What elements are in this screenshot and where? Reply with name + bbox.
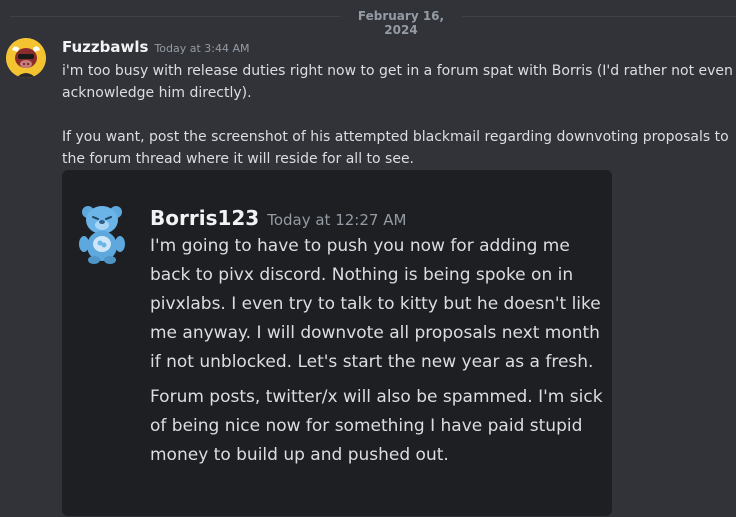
embed-avatar [74,200,130,264]
message-author[interactable]: Fuzzbawls [62,38,148,56]
embed-timestamp: Today at 12:27 AM [267,211,407,229]
embed-author: Borris123 [150,206,260,230]
message-header: Fuzzbawls Today at 3:44 AM [62,37,250,56]
embed-paragraph: I'm going to have to push you now for ad… [150,236,601,372]
date-divider-label: February 16, 2024 [357,9,445,37]
attached-screenshot[interactable]: Borris123 Today at 12:27 AM I'm going to … [62,170,612,516]
message-content: i'm too busy with release duties right n… [62,60,734,170]
date-divider: February 16, 2024 [0,8,736,37]
bull-avatar-icon [6,38,46,78]
message-paragraph: i'm too busy with release duties right n… [62,63,733,101]
divider-line-left [10,16,340,17]
embed-content: I'm going to have to push you now for ad… [150,232,606,470]
message-timestamp: Today at 3:44 AM [154,42,250,55]
embed-paragraph: Forum posts, twitter/x will also be spam… [150,387,603,465]
embed-header: Borris123 Today at 12:27 AM [150,206,406,230]
divider-line-right [462,16,736,17]
blue-bear-avatar-icon [79,206,125,264]
message-paragraph: If you want, post the screenshot of his … [62,129,729,167]
user-avatar[interactable] [6,38,46,78]
